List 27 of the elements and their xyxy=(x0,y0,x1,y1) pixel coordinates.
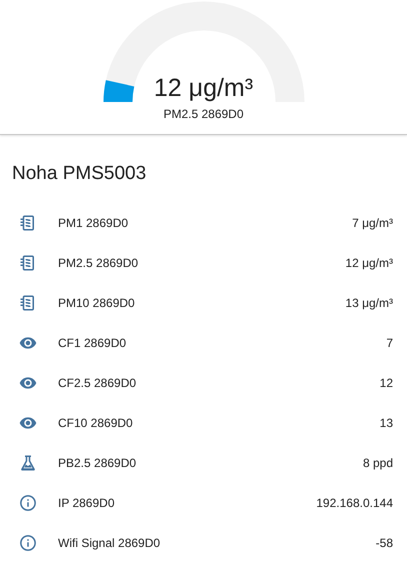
sensor-value: 7 xyxy=(386,336,393,350)
chip-icon xyxy=(19,294,37,312)
card-title: Noha PMS5003 xyxy=(12,163,148,185)
sensor-name[interactable]: CF1 2869D0 xyxy=(58,336,386,350)
gauge-value: 12 μg/m³ xyxy=(152,74,254,103)
sensor-value: 12 μg/m³ xyxy=(345,256,393,270)
info-icon xyxy=(19,534,37,552)
info-icon xyxy=(19,494,37,512)
sensor-name[interactable]: PM2.5 2869D0 xyxy=(58,256,346,270)
sensor-name[interactable]: Wifi Signal 2869D0 xyxy=(58,536,376,550)
sensor-value: -58 xyxy=(376,536,393,550)
sensor-value: 192.168.0.144 xyxy=(316,496,393,510)
sensor-name[interactable]: CF2.5 2869D0 xyxy=(58,376,380,390)
sensor-name[interactable]: CF10 2869D0 xyxy=(58,416,380,430)
sensor-name[interactable]: PM10 2869D0 xyxy=(58,296,346,310)
chip-icon xyxy=(19,214,37,232)
sensor-value: 8 ppd xyxy=(362,456,393,470)
gauge-label: PM2.5 2869D0 xyxy=(163,107,244,121)
sensor-value: 7 μg/m³ xyxy=(352,216,393,230)
sensor-name[interactable]: IP 2869D0 xyxy=(58,496,316,510)
sensor-name[interactable]: PB2.5 2869D0 xyxy=(58,456,363,470)
sensor-value: 12 xyxy=(380,376,393,390)
sensor-value: 13 μg/m³ xyxy=(345,296,393,310)
sensor-name[interactable]: PM1 2869D0 xyxy=(58,216,352,230)
chip-icon xyxy=(19,254,37,272)
sensor-value: 13 xyxy=(380,416,393,430)
flask-icon xyxy=(19,454,37,472)
